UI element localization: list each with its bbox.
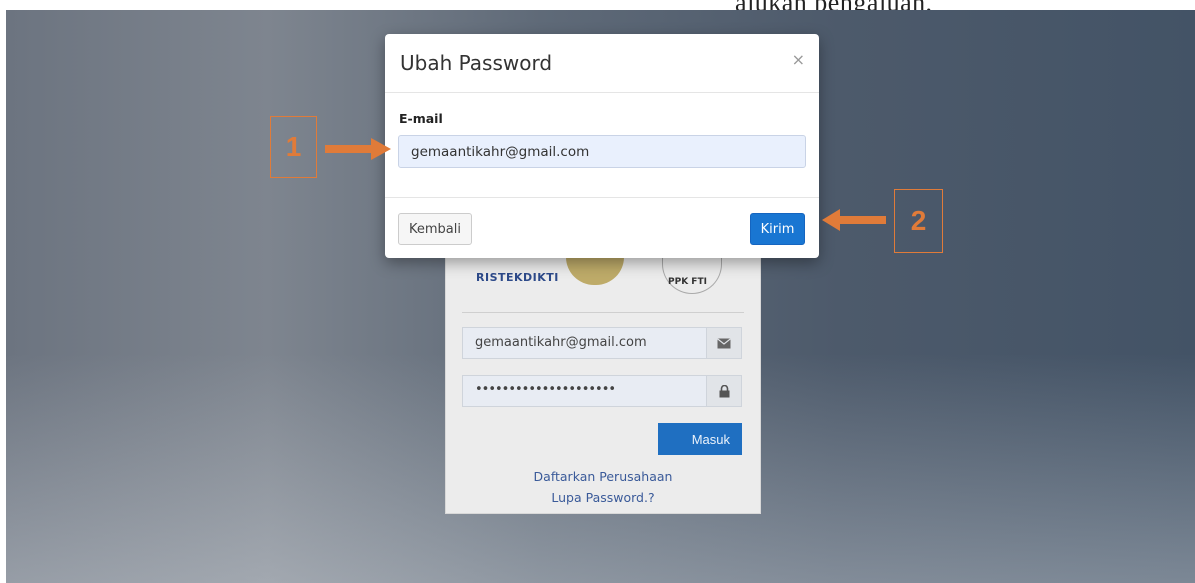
login-password-field[interactable]: ••••••••••••••••••••• bbox=[462, 375, 742, 407]
seal-logo bbox=[566, 257, 624, 285]
send-button[interactable]: Kirim bbox=[750, 213, 805, 245]
modal-footer bbox=[385, 197, 819, 198]
forgot-password-link[interactable]: Lupa Password.? bbox=[446, 490, 760, 505]
change-password-modal: Ubah Password × E-mail Kembali Kirim bbox=[385, 34, 819, 258]
annotation-marker-2: 2 bbox=[894, 189, 943, 253]
annotation-arrow-right-icon bbox=[325, 138, 391, 160]
card-divider bbox=[462, 312, 744, 313]
annotation-arrow-left-icon bbox=[822, 209, 886, 231]
app-screenshot: RISTEKDIKTI PPK FTI gemaantikahr@gmail.c… bbox=[6, 10, 1195, 583]
login-email-field[interactable]: gemaantikahr@gmail.com bbox=[462, 327, 742, 359]
login-card: RISTEKDIKTI PPK FTI gemaantikahr@gmail.c… bbox=[445, 256, 761, 514]
ppk-fti-logo-text: PPK FTI bbox=[668, 277, 707, 287]
close-icon[interactable]: × bbox=[792, 50, 805, 69]
ristekdikti-logo: RISTEKDIKTI bbox=[476, 271, 559, 284]
register-company-link[interactable]: Daftarkan Perusahaan bbox=[446, 469, 760, 484]
email-label: E-mail bbox=[399, 111, 443, 126]
modal-title: Ubah Password bbox=[400, 51, 553, 75]
back-button[interactable]: Kembali bbox=[398, 213, 472, 245]
login-password-mask: ••••••••••••••••••••• bbox=[475, 382, 616, 397]
envelope-icon bbox=[706, 328, 741, 358]
masuk-button[interactable]: Masuk bbox=[658, 423, 742, 455]
modal-header: Ubah Password × bbox=[385, 34, 819, 93]
lock-icon bbox=[706, 376, 741, 406]
email-input[interactable] bbox=[398, 135, 806, 168]
annotation-marker-1: 1 bbox=[270, 116, 317, 178]
login-email-value: gemaantikahr@gmail.com bbox=[475, 335, 647, 350]
ppk-fti-logo bbox=[662, 257, 722, 294]
